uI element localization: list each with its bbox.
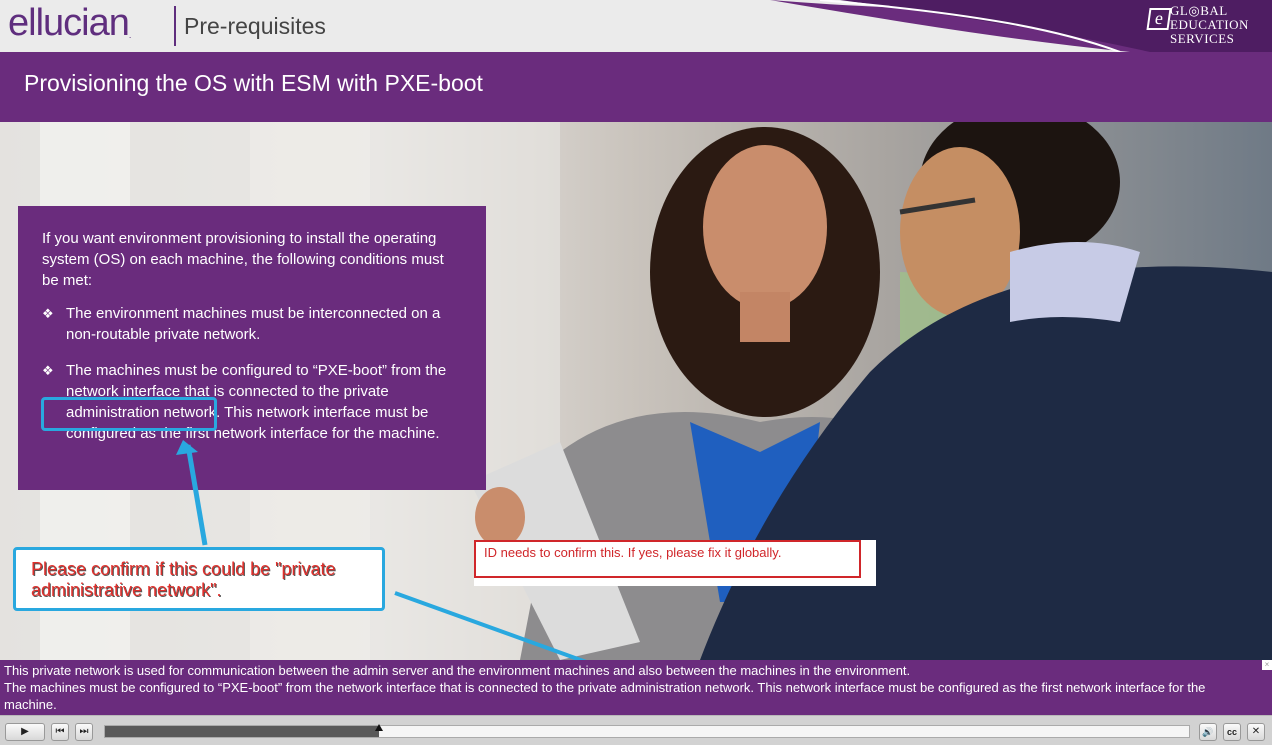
review-comment-right-text: ID needs to confirm this. If yes, please…	[484, 545, 782, 560]
seek-bar[interactable]	[104, 725, 1190, 738]
seek-bar-fill	[105, 726, 379, 737]
caption-line: This private network is used for communi…	[4, 663, 911, 678]
previous-icon: ⏮	[55, 726, 65, 737]
review-comment-left[interactable]: Please confirm if this could be "private…	[13, 547, 385, 611]
play-icon: ▶	[21, 726, 29, 737]
next-icon: ⏭	[79, 726, 89, 737]
review-comment-right-border: ID needs to confirm this. If yes, please…	[474, 540, 861, 578]
review-comment-left-text: Please confirm if this could be "private…	[31, 559, 336, 600]
caption-line: The machines must be configured to “PXE-…	[4, 680, 1206, 712]
cc-icon: cc	[1226, 727, 1237, 737]
next-slide-button[interactable]: ⏭	[75, 723, 93, 741]
annotation-arrow-up	[185, 444, 208, 546]
captions-close-icon[interactable]: ×	[1262, 660, 1272, 670]
closed-captions-button[interactable]: cc	[1223, 723, 1241, 741]
seek-handle[interactable]	[375, 724, 383, 731]
volume-button[interactable]: 🔊	[1199, 723, 1217, 741]
close-icon: ✕	[1251, 726, 1261, 737]
player-controls-bar: ▶ ⏮ ⏭ 🔊 cc ✕	[0, 715, 1272, 745]
closed-captions-panel: This private network is used for communi…	[0, 660, 1272, 715]
play-button[interactable]: ▶	[5, 723, 45, 741]
previous-slide-button[interactable]: ⏮	[51, 723, 69, 741]
exit-player-button[interactable]: ✕	[1247, 723, 1265, 741]
volume-icon: 🔊	[1202, 727, 1214, 737]
review-comment-right[interactable]: ID needs to confirm this. If yes, please…	[474, 540, 876, 586]
annotation-arrows	[176, 440, 655, 688]
